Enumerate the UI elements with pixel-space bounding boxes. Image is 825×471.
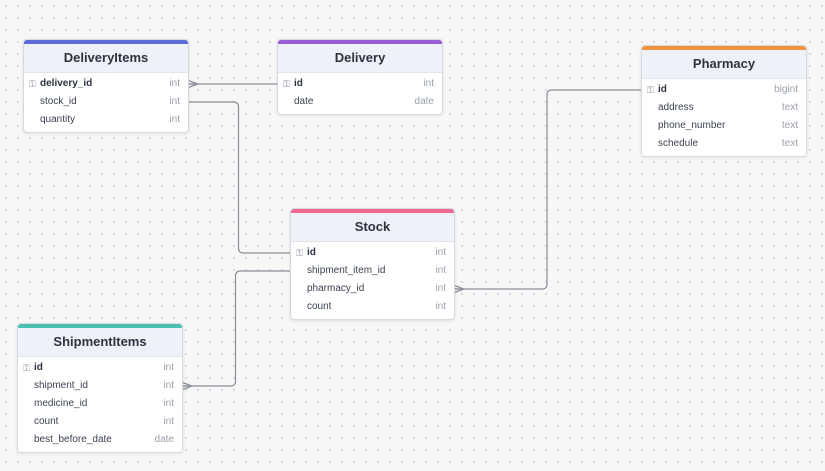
column-type: int [163,380,174,391]
column-name: id [294,78,303,89]
key-icon: ⚿ [29,79,36,89]
column-row-pharmacy-id[interactable]: pharmacy_id int [291,280,454,298]
column-type: bigint [774,84,798,95]
column-name: schedule [658,138,699,149]
column-type: int [163,362,174,373]
column-row-count[interactable]: count int [18,413,182,431]
column-row-id[interactable]: ⚿ id int [18,359,182,377]
column-type: int [169,96,180,107]
column-row-address[interactable]: address text [642,99,806,117]
column-name: stock_id [40,96,77,107]
key-icon: ⚿ [647,85,654,95]
column-type: date [154,434,174,445]
key-icon: ⚿ [23,363,30,373]
diagram-canvas[interactable]: DeliveryItems ⚿ delivery_id int stock_id int q… [0,0,825,471]
column-row-stock-id[interactable]: stock_id int [24,93,188,111]
column-list: ⚿ id int date date [278,73,442,114]
column-type: int [169,114,180,125]
column-name: id [34,362,43,373]
key-icon: ⚿ [283,79,290,89]
column-type: int [163,398,174,409]
column-row-date[interactable]: date date [278,93,442,111]
column-row-delivery-id[interactable]: ⚿ delivery_id int [24,75,188,93]
column-type: int [163,416,174,427]
column-type: int [435,301,446,312]
relationship-pharmacy-stock[interactable] [453,89,641,290]
table-title[interactable]: Stock [291,213,454,242]
column-name: count [34,416,59,427]
table-title[interactable]: Pharmacy [642,50,806,79]
column-name: id [658,84,667,95]
column-list: ⚿ delivery_id int stock_id int quantity int [24,73,188,132]
table-title[interactable]: DeliveryItems [24,44,188,73]
column-name: quantity [40,114,76,125]
key-icon: ⚿ [296,248,303,258]
column-row-shipment-id[interactable]: shipment_id int [18,377,182,395]
column-name: phone_number [658,120,726,131]
column-list: ⚿ id int shipment_id int medicine_id int count i… [18,357,182,452]
column-type: text [781,120,798,131]
table-stock[interactable]: Stock ⚿ id int shipment_item_id int pharmacy_i… [290,208,455,320]
column-row-count[interactable]: count int [291,298,454,316]
column-type: text [781,138,798,149]
column-name: delivery_id [40,78,93,89]
column-name: address [658,102,694,113]
column-type: int [169,78,180,89]
relationship-shipmentitems-stock[interactable] [181,270,290,387]
table-title[interactable]: ShipmentItems [18,328,182,357]
column-row-phone-number[interactable]: phone_number text [642,117,806,135]
column-row-shipment-item-id[interactable]: shipment_item_id int [291,262,454,280]
column-name: date [294,96,314,107]
table-shipment-items[interactable]: ShipmentItems ⚿ id int shipment_id int medicin… [17,323,183,453]
column-row-quantity[interactable]: quantity int [24,111,188,129]
column-name: pharmacy_id [307,283,365,294]
column-row-medicine-id[interactable]: medicine_id int [18,395,182,413]
column-list: ⚿ id int shipment_item_id int pharmacy_id int c… [291,242,454,319]
column-row-schedule[interactable]: schedule text [642,135,806,153]
relationship-deliveryitems-stock[interactable] [187,101,290,254]
column-name: shipment_item_id [307,265,386,276]
column-name: count [307,301,332,312]
column-type: text [781,102,798,113]
column-list: ⚿ id bigint address text phone_number text sche… [642,79,806,156]
column-type: int [435,283,446,294]
column-type: int [435,265,446,276]
column-name: shipment_id [34,380,88,391]
table-delivery[interactable]: Delivery ⚿ id int date date [277,39,443,115]
column-name: medicine_id [34,398,88,409]
table-delivery-items[interactable]: DeliveryItems ⚿ delivery_id int stock_id int q… [23,39,189,133]
column-name: best_before_date [34,434,112,445]
column-type: int [423,78,434,89]
column-row-id[interactable]: ⚿ id int [291,244,454,262]
column-name: id [307,247,316,258]
table-pharmacy[interactable]: Pharmacy ⚿ id bigint address text phone_number… [641,45,807,157]
column-type: date [414,96,434,107]
column-type: int [435,247,446,258]
column-row-id[interactable]: ⚿ id bigint [642,81,806,99]
table-title[interactable]: Delivery [278,44,442,73]
column-row-best-before-date[interactable]: best_before_date date [18,431,182,449]
column-row-id[interactable]: ⚿ id int [278,75,442,93]
